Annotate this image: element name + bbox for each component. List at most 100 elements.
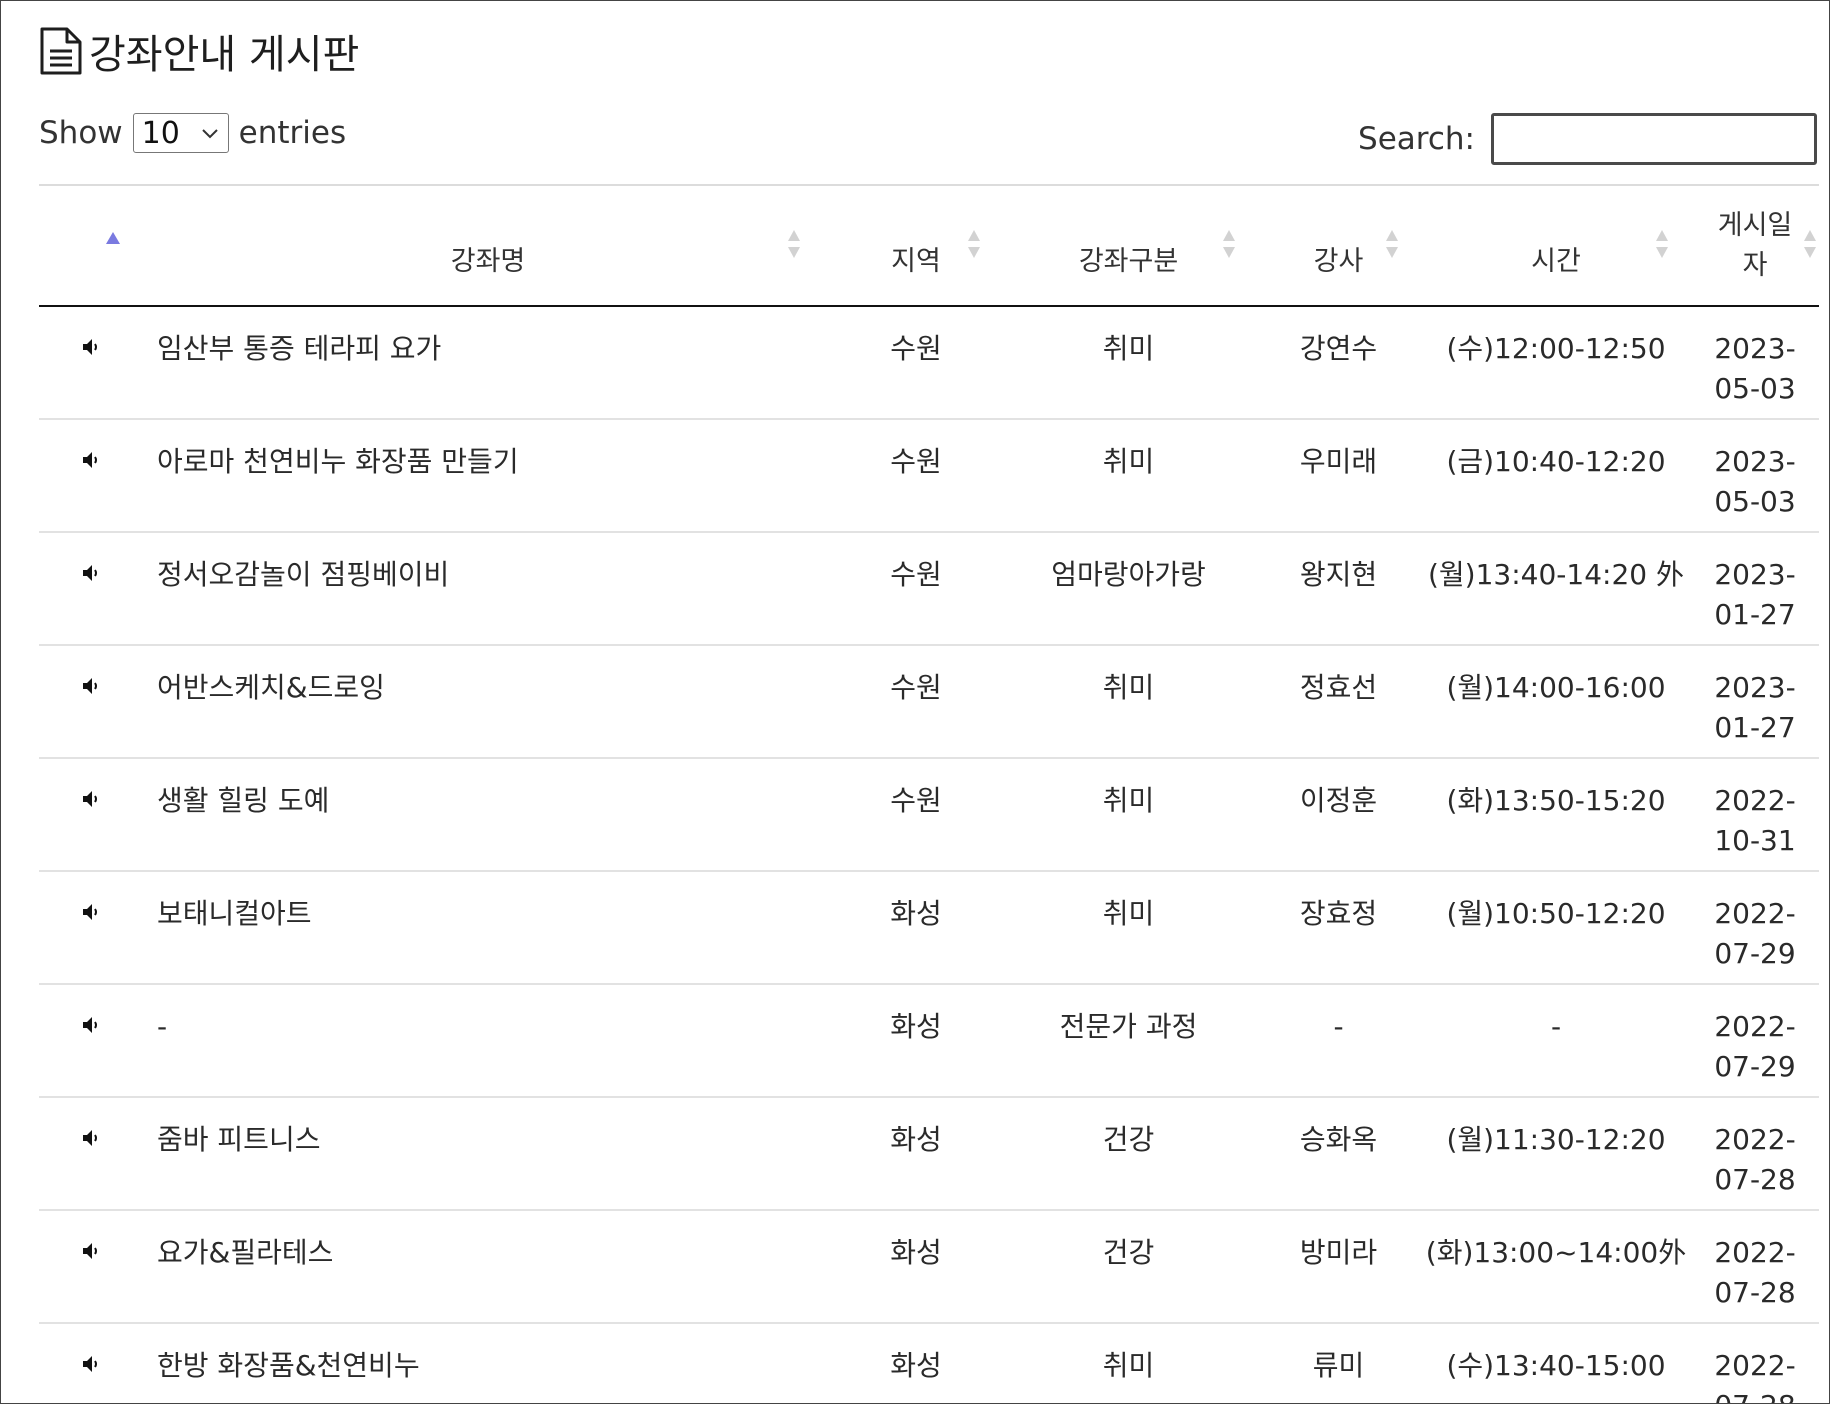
header-type[interactable]: 강좌구분 [1001, 187, 1256, 307]
row-type-cell: 전문가 과정 [1001, 984, 1256, 1098]
row-audio-cell[interactable] [39, 645, 145, 759]
header-date-line1: 게시일 [1717, 210, 1793, 241]
lecture-name[interactable]: 정서오감놀이 점핑베이비 [145, 533, 831, 595]
table-row[interactable]: 임산부 통증 테라피 요가 수원 취미 강연수 (수)12:00-12:50 2023- 0… [39, 306, 1819, 420]
row-date-cell: 2022- 07-28 [1691, 1210, 1819, 1324]
header-region[interactable]: 지역 [831, 187, 1001, 307]
search-input[interactable] [1491, 113, 1817, 165]
lecture-time: (화)13:00~14:00外 [1425, 1236, 1687, 1269]
lecture-time: (수)13:40-15:00 [1446, 1349, 1666, 1382]
row-name-cell[interactable]: 보태니컬아트 [145, 871, 831, 985]
lecture-name[interactable]: 줌바 피트니스 [145, 1098, 831, 1160]
table-row[interactable]: 아로마 천연비누 화장품 만들기 수원 취미 우미래 (금)10:40-12:20 202… [39, 419, 1819, 533]
date-year: 2023- [1714, 445, 1796, 478]
speaker-icon [83, 1130, 97, 1146]
row-type-cell: 건강 [1001, 1097, 1256, 1211]
header-name[interactable]: 강좌명 [145, 187, 831, 307]
lecture-name[interactable]: 보태니컬아트 [145, 872, 831, 934]
row-region-cell: 수원 [831, 419, 1001, 533]
header-teacher[interactable]: 강사 [1256, 187, 1421, 307]
document-icon [40, 27, 82, 75]
row-name-cell[interactable]: 생활 힐링 도예 [145, 758, 831, 872]
lecture-name[interactable]: 요가&필라테스 [145, 1211, 831, 1273]
lecture-name[interactable]: 한방 화장품&천연비누 [145, 1324, 831, 1386]
row-audio-cell[interactable] [39, 419, 145, 533]
row-name-cell[interactable]: 정서오감놀이 점핑베이비 [145, 532, 831, 646]
row-name-cell[interactable]: 임산부 통증 테라피 요가 [145, 306, 831, 420]
row-audio-cell[interactable] [39, 984, 145, 1098]
row-audio-cell[interactable] [39, 306, 145, 420]
row-time-cell: (월)11:30-12:20 [1421, 1097, 1691, 1211]
lecture-name[interactable]: 아로마 천연비누 화장품 만들기 [145, 420, 831, 482]
lecture-time: (수)12:00-12:50 [1446, 332, 1666, 365]
row-name-cell[interactable]: 어반스케치&드로잉 [145, 645, 831, 759]
row-name-cell[interactable]: 아로마 천연비누 화장품 만들기 [145, 419, 831, 533]
row-audio-cell[interactable] [39, 1097, 145, 1211]
speaker-icon [83, 678, 97, 694]
table-row[interactable]: 요가&필라테스 화성 건강 방미라 (화)13:00~14:00外 2022- 07-28 [39, 1210, 1819, 1324]
date-monthday: 07-28 [1714, 1276, 1796, 1309]
lecture-time: (월)10:50-12:20 [1446, 897, 1666, 930]
sort-icon [1804, 230, 1816, 258]
row-name-cell[interactable]: 한방 화장품&천연비누 [145, 1323, 831, 1403]
row-region-cell: 수원 [831, 758, 1001, 872]
chevron-down-icon [201, 129, 218, 139]
row-name-cell[interactable]: - [145, 984, 831, 1098]
lecture-region: 수원 [890, 671, 942, 704]
date-monthday: 05-03 [1714, 372, 1796, 405]
lecture-teacher: 강연수 [1299, 332, 1378, 365]
lecture-name[interactable]: 생활 힐링 도예 [145, 759, 831, 821]
row-teacher-cell: 장효정 [1256, 871, 1421, 985]
header-time[interactable]: 시간 [1421, 187, 1691, 307]
row-time-cell: (월)10:50-12:20 [1421, 871, 1691, 985]
speaker-icon [83, 565, 97, 581]
lecture-type: 취미 [1102, 1349, 1155, 1382]
header-date[interactable]: 게시일 자 [1691, 187, 1819, 307]
row-date-cell: 2022- 07-29 [1691, 984, 1819, 1098]
row-type-cell: 취미 [1001, 645, 1256, 759]
table-row[interactable]: 생활 힐링 도예 수원 취미 이정훈 (화)13:50-15:20 2022- 10-31 [39, 758, 1819, 872]
row-time-cell: (수)12:00-12:50 [1421, 306, 1691, 420]
row-audio-cell[interactable] [39, 871, 145, 985]
table-row[interactable]: 한방 화장품&천연비누 화성 취미 류미 (수)13:40-15:00 2022- 07-2… [39, 1323, 1819, 1403]
row-date-cell: 2023- 01-27 [1691, 645, 1819, 759]
date-monthday: 07-28 [1714, 1163, 1796, 1196]
lecture-teacher: 정효선 [1299, 671, 1378, 704]
lecture-time: (월)11:30-12:20 [1446, 1123, 1666, 1156]
row-region-cell: 화성 [831, 1210, 1001, 1324]
lecture-name[interactable]: - [145, 985, 831, 1047]
table-row[interactable]: 줌바 피트니스 화성 건강 승화옥 (월)11:30-12:20 2022- 07-28 [39, 1097, 1819, 1211]
date-year: 2023- [1714, 332, 1796, 365]
sort-icon [788, 230, 800, 258]
date-year: 2023- [1714, 558, 1796, 591]
lecture-name[interactable]: 어반스케치&드로잉 [145, 646, 831, 708]
row-audio-cell[interactable] [39, 532, 145, 646]
row-audio-cell[interactable] [39, 1210, 145, 1324]
lecture-region: 화성 [890, 1236, 942, 1269]
lecture-region: 화성 [890, 1123, 942, 1156]
table-row[interactable]: 정서오감놀이 점핑베이비 수원 엄마랑아가랑 왕지현 (월)13:40-14:20 外2… [39, 532, 1819, 646]
row-audio-cell[interactable] [39, 1323, 145, 1403]
lecture-time: (화)13:50-15:20 [1446, 784, 1666, 817]
lecture-time: - [1550, 1010, 1562, 1043]
lecture-region: 수원 [890, 784, 942, 817]
table-row[interactable]: - 화성 전문가 과정 - - 2022- 07-29 [39, 984, 1819, 1098]
row-name-cell[interactable]: 요가&필라테스 [145, 1210, 831, 1324]
page-length-select[interactable]: 10 [132, 113, 229, 153]
header-name-label: 강좌명 [450, 245, 526, 277]
lecture-region: 수원 [890, 332, 942, 365]
lecture-date: 2022- 10-31 [1691, 759, 1819, 861]
row-name-cell[interactable]: 줌바 피트니스 [145, 1097, 831, 1211]
date-year: 2023- [1714, 671, 1796, 704]
speaker-icon [83, 1356, 97, 1372]
row-time-cell: (화)13:50-15:20 [1421, 758, 1691, 872]
row-time-cell: (수)13:40-15:00 [1421, 1323, 1691, 1403]
lecture-name[interactable]: 임산부 통증 테라피 요가 [145, 307, 831, 369]
row-teacher-cell: 방미라 [1256, 1210, 1421, 1324]
lecture-type: 취미 [1102, 332, 1155, 365]
table-row[interactable]: 보태니컬아트 화성 취미 장효정 (월)10:50-12:20 2022- 07-29 [39, 871, 1819, 985]
header-index[interactable] [39, 187, 145, 307]
table-row[interactable]: 어반스케치&드로잉 수원 취미 정효선 (월)14:00-16:00 2023- 01-27 [39, 645, 1819, 759]
row-audio-cell[interactable] [39, 758, 145, 872]
row-date-cell: 2023- 05-03 [1691, 306, 1819, 420]
